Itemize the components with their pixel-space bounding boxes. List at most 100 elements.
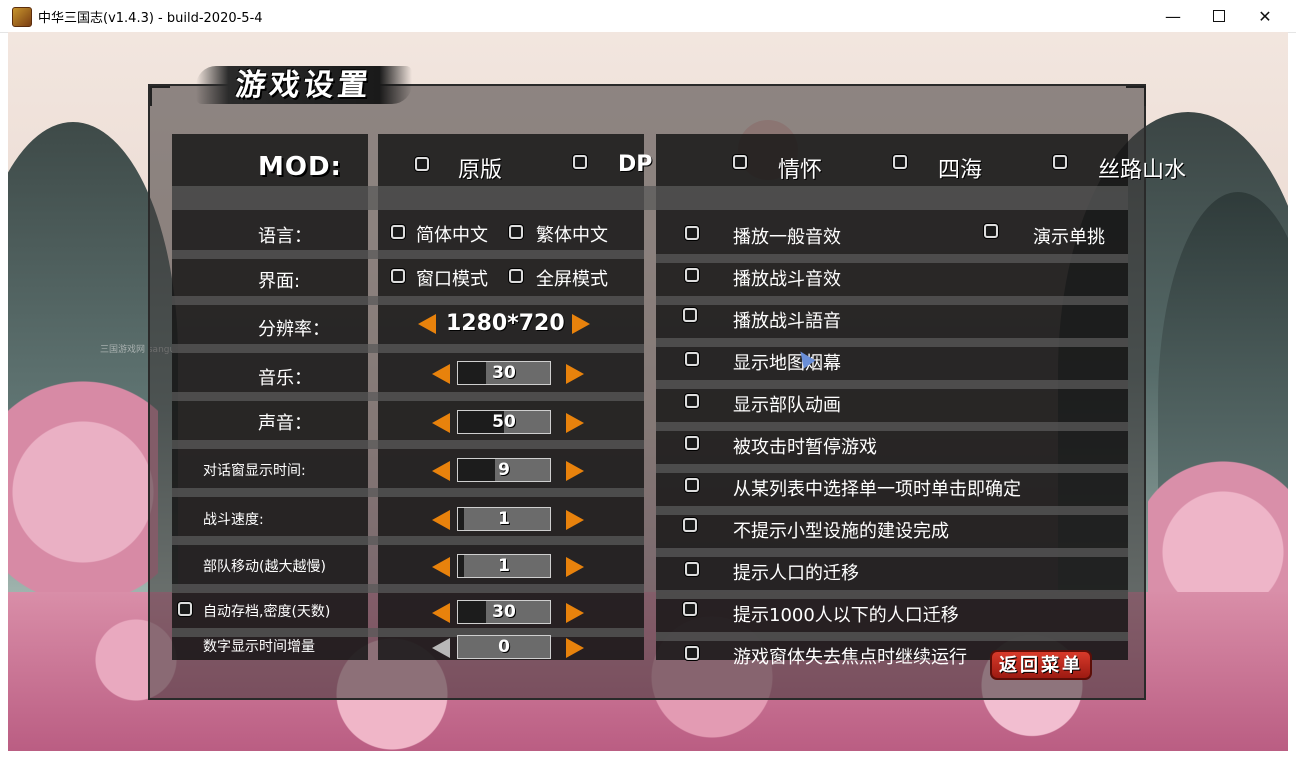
autosave-checkbox[interactable] xyxy=(178,602,192,616)
number-time-value: 0 xyxy=(498,637,510,657)
autosave-left-arrow-icon[interactable] xyxy=(432,603,450,623)
option-checkbox-battle-sound[interactable] xyxy=(685,268,699,282)
row-separator xyxy=(172,488,644,497)
music-right-arrow-icon[interactable] xyxy=(566,364,584,384)
row-separator xyxy=(172,440,644,449)
interface-option-fullscreen: 全屏模式 xyxy=(536,269,608,290)
music-value: 30 xyxy=(492,363,516,383)
app-icon xyxy=(12,7,32,27)
interface-checkbox-fullscreen[interactable] xyxy=(509,269,523,283)
option-general-sound: 播放一般音效 xyxy=(733,227,841,248)
number-time-slider[interactable]: 0 xyxy=(457,635,551,659)
mod-checkbox-sihai[interactable] xyxy=(893,155,907,169)
options-column xyxy=(656,134,1128,660)
resolution-left-arrow-icon[interactable] xyxy=(418,314,436,334)
option-checkbox-general-sound[interactable] xyxy=(685,226,699,240)
frame-corner-right xyxy=(1126,86,1146,106)
dialog-time-left-arrow-icon[interactable] xyxy=(432,461,450,481)
troop-move-slider[interactable]: 1 xyxy=(457,554,551,578)
row-separator xyxy=(656,380,1128,389)
dialog-time-label: 对话窗显示时间: xyxy=(203,463,306,479)
option-pause-on-attack: 被攻击时暂停游戏 xyxy=(733,437,877,458)
troop-move-label: 部队移动(越大越慢) xyxy=(203,559,326,575)
option-checkbox-map-smoke[interactable] xyxy=(685,352,699,366)
dialog-time-slider[interactable]: 9 xyxy=(457,458,551,482)
mod-label: MOD: xyxy=(258,152,342,182)
music-slider[interactable]: 30 xyxy=(457,361,551,385)
maximize-button[interactable] xyxy=(1196,0,1242,32)
option-demo-duel: 演示单挑 xyxy=(1033,227,1105,248)
row-separator xyxy=(656,506,1128,515)
battle-speed-slider[interactable]: 1 xyxy=(457,507,551,531)
row-separator xyxy=(656,464,1128,473)
option-run-in-background: 游戏窗体失去焦点时继续运行 xyxy=(733,647,967,668)
close-icon: ✕ xyxy=(1258,6,1272,26)
row-separator xyxy=(656,422,1128,431)
sound-left-arrow-icon[interactable] xyxy=(432,413,450,433)
option-checkbox-battle-voice[interactable] xyxy=(683,308,697,322)
panel-title: 游戏设置 xyxy=(233,68,374,103)
language-checkbox-simplified[interactable] xyxy=(391,225,405,239)
option-checkbox-pause-on-attack[interactable] xyxy=(685,436,699,450)
mod-checkbox-original[interactable] xyxy=(415,157,429,171)
interface-option-window: 窗口模式 xyxy=(416,269,488,290)
option-checkbox-population-migration[interactable] xyxy=(685,562,699,576)
option-checkbox-demo-duel[interactable] xyxy=(984,224,998,238)
battle-speed-right-arrow-icon[interactable] xyxy=(566,510,584,530)
return-menu-button[interactable]: 返回菜单 xyxy=(990,650,1092,680)
autosave-value: 30 xyxy=(492,602,516,622)
frame-corner-left xyxy=(150,86,170,106)
troop-move-right-arrow-icon[interactable] xyxy=(566,557,584,577)
option-checkbox-single-click-select[interactable] xyxy=(685,478,699,492)
mod-checkbox-silu[interactable] xyxy=(1053,155,1067,169)
option-checkbox-small-migration[interactable] xyxy=(683,602,697,616)
music-left-arrow-icon[interactable] xyxy=(432,364,450,384)
battle-speed-value: 1 xyxy=(498,509,510,529)
dialog-time-right-arrow-icon[interactable] xyxy=(566,461,584,481)
mod-option-original: 原版 xyxy=(458,158,503,183)
mod-option-silu: 丝路山水 xyxy=(1098,158,1187,183)
row-separator xyxy=(172,186,1128,210)
troop-move-left-arrow-icon[interactable] xyxy=(432,557,450,577)
row-separator xyxy=(172,536,644,545)
option-checkbox-troop-animation[interactable] xyxy=(685,394,699,408)
mod-option-dp: DP xyxy=(618,152,653,177)
interface-label: 界面: xyxy=(258,271,301,292)
window-title: 中华三国志(v1.4.3) - build-2020-5-4 xyxy=(38,11,263,26)
option-battle-voice: 播放战斗語音 xyxy=(733,311,841,332)
language-option-simplified: 简体中文 xyxy=(416,225,488,246)
row-separator xyxy=(172,584,644,593)
mod-checkbox-dp[interactable] xyxy=(573,155,587,169)
resolution-label: 分辨率： xyxy=(258,319,330,340)
number-time-right-arrow-icon[interactable] xyxy=(566,638,584,658)
option-small-migration: 提示1000人以下的人口迁移 xyxy=(733,605,959,626)
mod-option-qinghuai: 情怀 xyxy=(778,158,823,183)
autosave-right-arrow-icon[interactable] xyxy=(566,603,584,623)
number-time-label: 数字显示时间增量 xyxy=(203,639,315,655)
sound-value: 50 xyxy=(492,412,516,432)
interface-checkbox-window[interactable] xyxy=(391,269,405,283)
minimize-button[interactable]: — xyxy=(1150,0,1196,32)
dialog-time-value: 9 xyxy=(498,460,510,480)
mod-checkbox-qinghuai[interactable] xyxy=(733,155,747,169)
autosave-slider[interactable]: 30 xyxy=(457,600,551,624)
sound-right-arrow-icon[interactable] xyxy=(566,413,584,433)
row-separator xyxy=(656,296,1128,305)
sound-label: 声音： xyxy=(258,413,312,434)
option-checkbox-no-small-facility-notice[interactable] xyxy=(683,518,697,532)
language-checkbox-traditional[interactable] xyxy=(509,225,523,239)
option-troop-animation: 显示部队动画 xyxy=(733,395,841,416)
language-option-traditional: 繁体中文 xyxy=(536,225,608,246)
option-battle-sound: 播放战斗音效 xyxy=(733,269,841,290)
autosave-label: 自动存档,密度(天数) xyxy=(203,604,331,620)
close-button[interactable]: ✕ xyxy=(1242,0,1288,32)
resolution-right-arrow-icon[interactable] xyxy=(572,314,590,334)
row-separator xyxy=(172,296,644,305)
resolution-value: 1280*720 xyxy=(446,311,565,336)
number-time-left-arrow-icon[interactable] xyxy=(432,638,450,658)
battle-speed-left-arrow-icon[interactable] xyxy=(432,510,450,530)
option-checkbox-run-in-background[interactable] xyxy=(685,646,699,660)
option-map-smoke: 显示地图烟幕 xyxy=(733,353,841,374)
mod-option-sihai: 四海 xyxy=(938,158,983,183)
sound-slider[interactable]: 50 xyxy=(457,410,551,434)
